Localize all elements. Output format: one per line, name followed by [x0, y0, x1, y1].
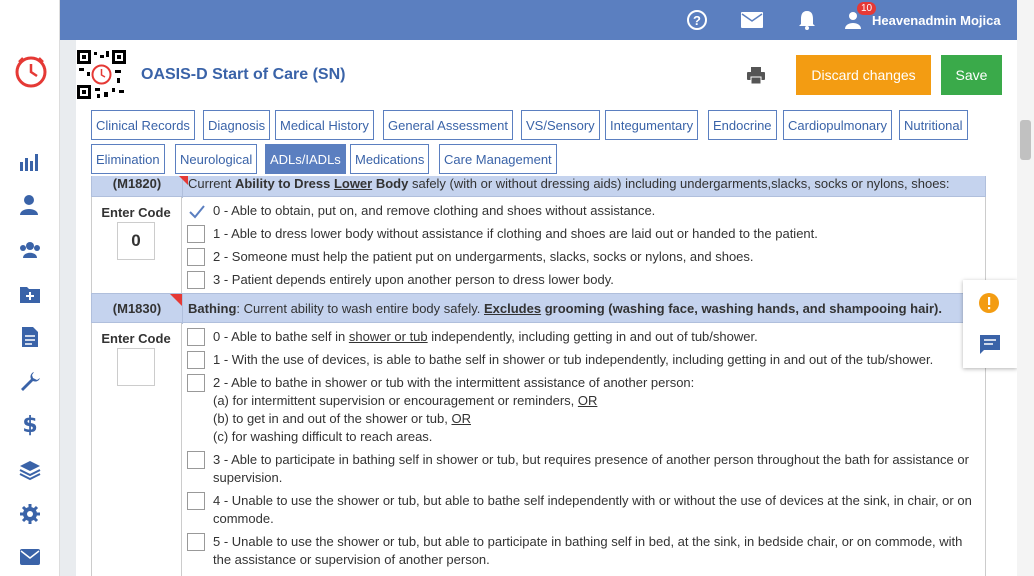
alert-warning-icon[interactable]	[978, 292, 1000, 314]
mail-icon[interactable]	[18, 545, 42, 569]
wrench-icon[interactable]	[18, 369, 42, 393]
discard-changes-button[interactable]: Discard changes	[796, 55, 931, 95]
tab-clinical-records[interactable]: Clinical Records	[91, 110, 195, 140]
m1820-enter-code-label: Enter Code	[101, 205, 171, 220]
settings-gear-icon[interactable]	[18, 502, 42, 526]
checkmark-icon[interactable]	[187, 202, 205, 220]
m1830-option-4[interactable]: 4 - Unable to use the shower or tub, but…	[187, 492, 977, 528]
m1830-option-5[interactable]: 5 - Unable to use the shower or tub, but…	[187, 533, 977, 569]
m1830-option-1[interactable]: 1 - With the use of devices, is able to …	[187, 351, 977, 369]
notifications-bell-icon[interactable]	[797, 8, 817, 32]
top-navbar: ? 10 Heavenadmin Mojica	[60, 0, 1017, 40]
help-icon[interactable]: ?	[686, 8, 708, 32]
print-icon[interactable]	[746, 66, 766, 86]
tab-adls-iadls[interactable]: ADLs/IADLs	[265, 144, 346, 174]
page-scrollbar[interactable]	[1017, 0, 1034, 576]
page-header: OASIS-D Start of Care (SN) Discard chang…	[76, 40, 1017, 112]
tab-elimination[interactable]: Elimination	[91, 144, 165, 174]
chat-icon[interactable]	[979, 334, 1001, 356]
tab-medical-history[interactable]: Medical History	[275, 110, 374, 140]
page-title: OASIS-D Start of Care (SN)	[141, 66, 346, 83]
m1830-option-3[interactable]: 3 - Able to participate in bathing self …	[187, 451, 977, 487]
checkbox[interactable]	[187, 533, 205, 551]
tab-integumentary[interactable]: Integumentary	[605, 110, 699, 140]
checkbox[interactable]	[187, 492, 205, 510]
user-name: Heavenadmin Mojica	[872, 12, 1001, 28]
m1830-option-2[interactable]: 2 - Able to bathe in shower or tub with …	[187, 374, 977, 446]
tab-care-management[interactable]: Care Management	[439, 144, 557, 174]
users-group-icon[interactable]	[18, 238, 42, 262]
m1830-header-row: (M1830) Bathing: Current ability to wash…	[91, 293, 986, 324]
patient-user-icon[interactable]	[18, 193, 42, 217]
m1830-question: Bathing: Current ability to wash entire …	[188, 301, 942, 316]
tab-neurological[interactable]: Neurological	[175, 144, 258, 174]
m1820-code-input[interactable]: 0	[117, 222, 155, 260]
m1820-question: Current Ability to Dress Lower Body safe…	[188, 176, 950, 191]
tab-nutritional[interactable]: Nutritional	[899, 110, 968, 140]
tab-diagnosis[interactable]: Diagnosis	[203, 110, 271, 140]
oasis-question-table: (M1820) Current Ability to Dress Lower B…	[91, 176, 986, 576]
checkbox[interactable]	[187, 328, 205, 346]
checkbox[interactable]	[187, 451, 205, 469]
user-menu[interactable]: Heavenadmin Mojica	[844, 8, 1001, 32]
billing-dollar-icon[interactable]: $	[18, 413, 42, 438]
checkbox[interactable]	[187, 248, 205, 266]
checkbox[interactable]	[187, 374, 205, 392]
checkbox[interactable]	[187, 225, 205, 243]
m1820-option-0[interactable]: 0 - Able to obtain, put on, and remove c…	[187, 202, 977, 220]
document-icon[interactable]	[18, 325, 42, 349]
main-content: OASIS-D Start of Care (SN) Discard chang…	[76, 40, 1017, 576]
save-button[interactable]: Save	[941, 55, 1002, 95]
layers-icon[interactable]	[18, 458, 42, 482]
m1830-code: (M1830)	[112, 301, 162, 316]
m1820-header-row: (M1820) Current Ability to Dress Lower B…	[91, 176, 986, 198]
messages-mail-icon[interactable]	[741, 8, 763, 32]
m1830-option-0[interactable]: 0 - Able to bathe self in shower or tub …	[187, 328, 977, 346]
clock-logo-icon[interactable]	[13, 54, 49, 90]
checkbox[interactable]	[187, 271, 205, 289]
m1830-code-input[interactable]	[117, 348, 155, 386]
m1820-option-2[interactable]: 2 - Someone must help the patient put on…	[187, 248, 977, 266]
scrollbar-thumb[interactable]	[1020, 120, 1031, 160]
checkbox[interactable]	[187, 351, 205, 369]
sidebar: $	[0, 0, 60, 576]
qr-code-icon	[77, 50, 126, 99]
tab-cardiopulmonary[interactable]: Cardiopulmonary	[783, 110, 892, 140]
user-avatar-icon	[845, 12, 861, 29]
floating-action-panel	[963, 280, 1017, 368]
tab-medications[interactable]: Medications	[350, 144, 430, 174]
svg-text:?: ?	[693, 13, 701, 28]
tab-endocrine[interactable]: Endocrine	[708, 110, 777, 140]
tab-vs-sensory[interactable]: VS/Sensory	[521, 110, 600, 140]
tab-general-assessment[interactable]: General Assessment	[383, 110, 513, 140]
folder-add-icon[interactable]	[18, 282, 42, 306]
m1830-enter-code-label: Enter Code	[101, 331, 171, 346]
m1820-option-1[interactable]: 1 - Able to dress lower body without ass…	[187, 225, 977, 243]
m1820-option-3[interactable]: 3 - Patient depends entirely upon anothe…	[187, 271, 977, 289]
dashboard-chart-icon[interactable]	[18, 150, 42, 174]
m1820-code: (M1820)	[112, 176, 162, 191]
